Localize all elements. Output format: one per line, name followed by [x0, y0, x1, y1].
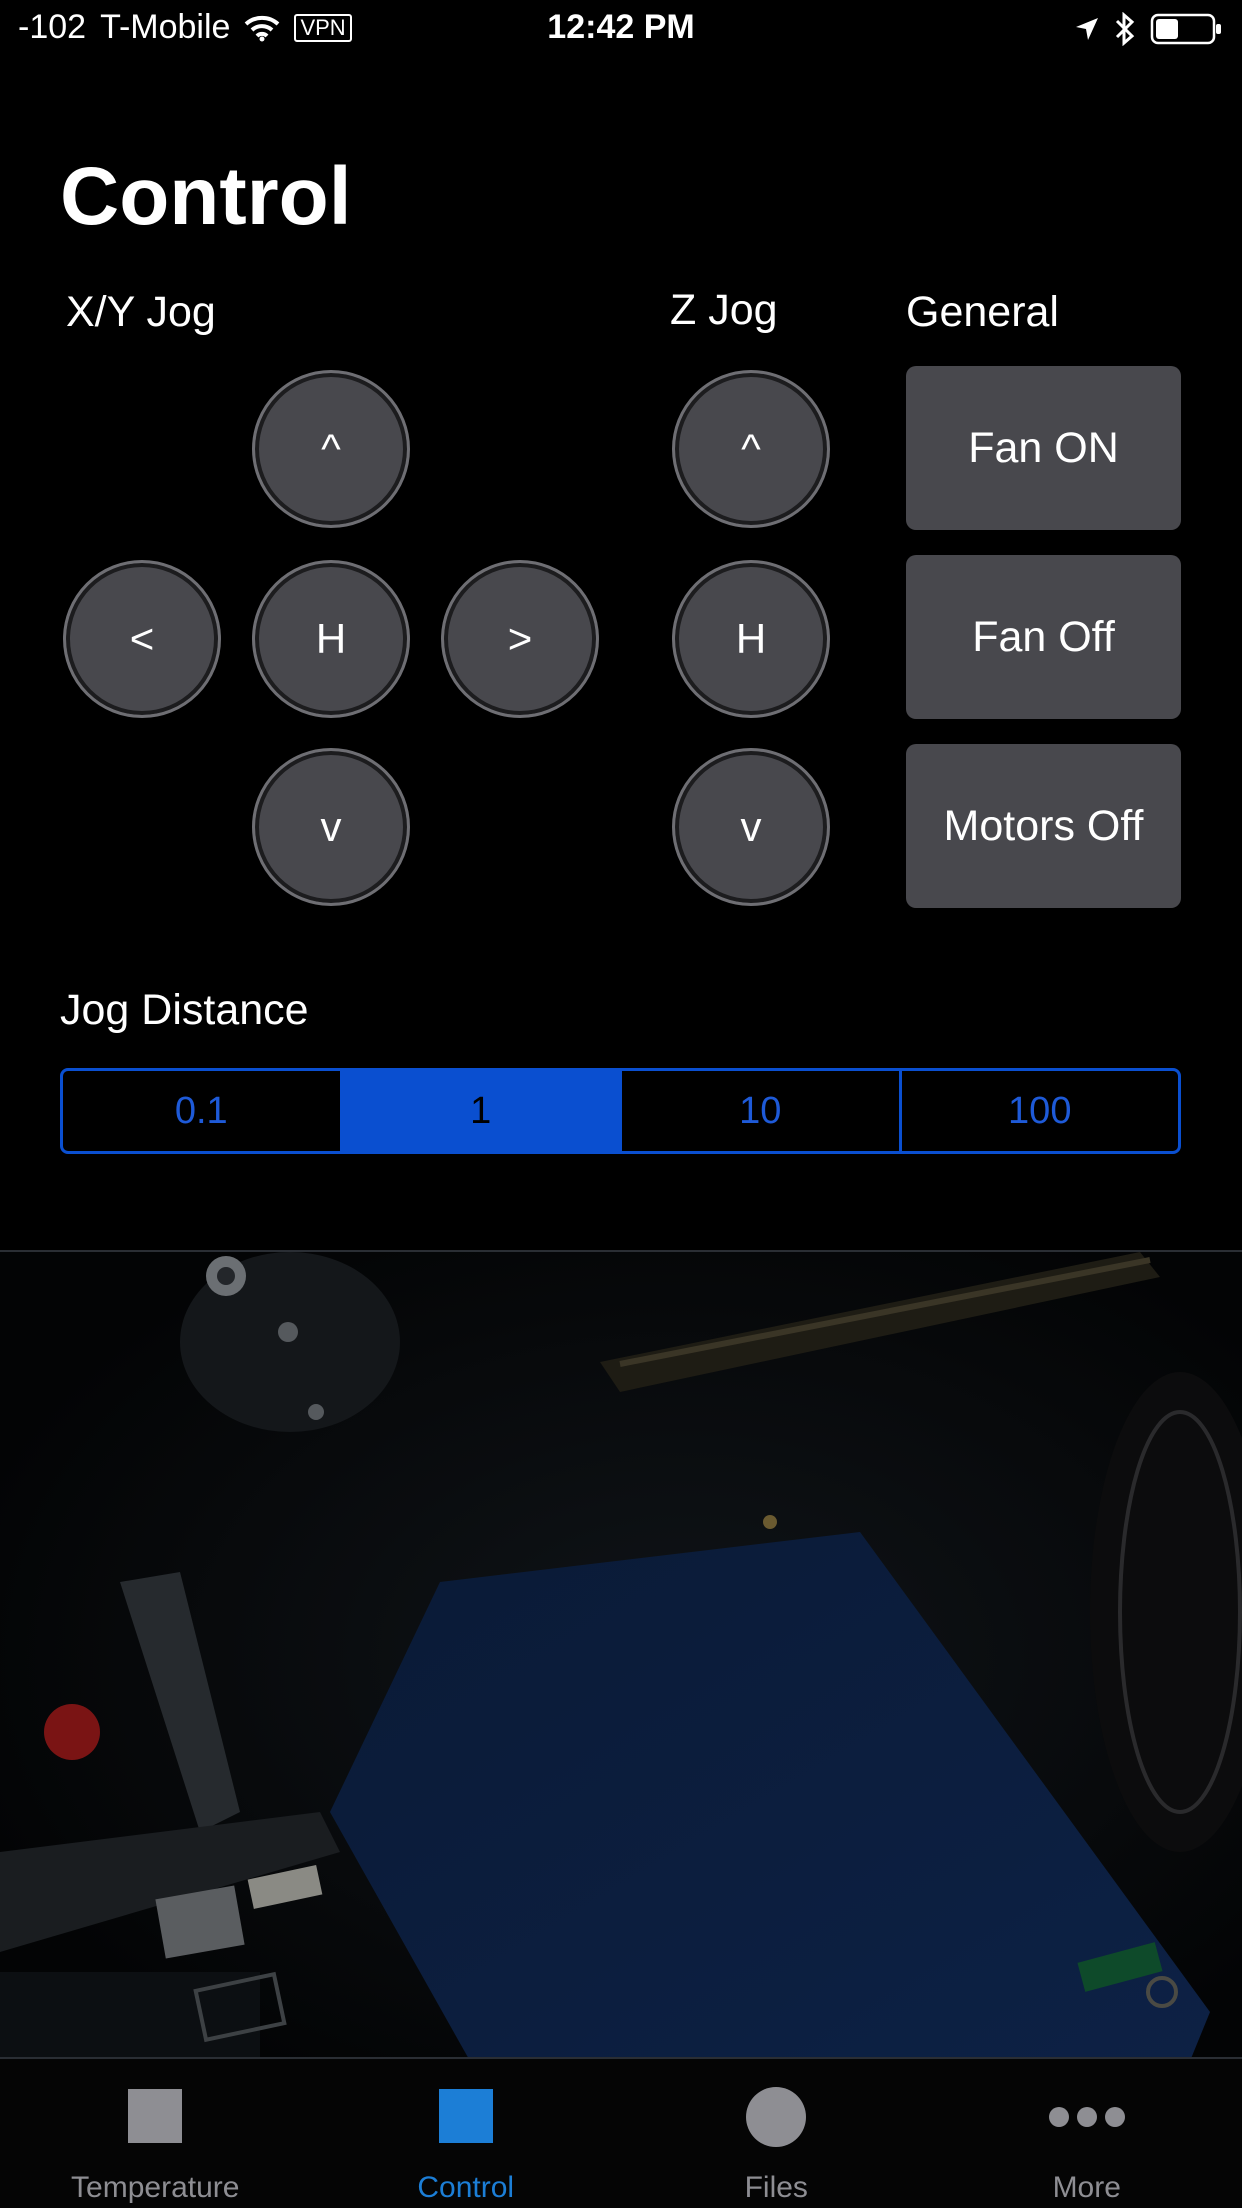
- tab-control[interactable]: Control: [311, 2059, 622, 2208]
- tab-bar: Temperature Control Files More: [0, 2059, 1242, 2208]
- xy-right-button[interactable]: >: [441, 560, 599, 718]
- fan-on-button[interactable]: Fan ON: [906, 366, 1181, 530]
- jog-distance-label: Jog Distance: [60, 986, 309, 1034]
- jog-distance-option-100[interactable]: 100: [902, 1071, 1179, 1151]
- camera-feed: [0, 1250, 1242, 2059]
- jog-distance-option-10[interactable]: 10: [622, 1071, 902, 1151]
- z-up-button[interactable]: ^: [672, 370, 830, 528]
- page-title: Control: [60, 151, 352, 242]
- tab-label: Control: [417, 2171, 515, 2204]
- ellipsis-icon: [1048, 2107, 1125, 2127]
- tab-label: More: [1052, 2171, 1121, 2204]
- tab-more[interactable]: More: [932, 2059, 1242, 2208]
- xy-left-button[interactable]: <: [63, 560, 221, 718]
- location-arrow-icon: [1076, 18, 1098, 40]
- jog-distance-option-0-1[interactable]: 0.1: [63, 1071, 343, 1151]
- square-icon: [128, 2089, 183, 2143]
- jog-distance-segmented-control: 0.1 1 10 100: [60, 1068, 1181, 1154]
- general-label: General: [906, 288, 1059, 336]
- status-right: [1074, 12, 1224, 46]
- z-home-button[interactable]: H: [672, 560, 830, 718]
- xy-up-button[interactable]: ^: [252, 370, 410, 528]
- status-bar: -102 T-Mobile VPN 12:42 PM: [0, 0, 1242, 60]
- tab-label: Files: [744, 2171, 808, 2204]
- circle-icon: [746, 2087, 807, 2147]
- square-icon: [438, 2089, 493, 2143]
- motors-off-button[interactable]: Motors Off: [906, 744, 1181, 908]
- xy-down-button[interactable]: v: [252, 748, 410, 906]
- bluetooth-icon: [1115, 12, 1135, 46]
- camera-image: [0, 1252, 1242, 2057]
- fan-off-button[interactable]: Fan Off: [906, 555, 1181, 719]
- tab-files[interactable]: Files: [621, 2059, 932, 2208]
- battery-icon: [1150, 13, 1221, 45]
- xy-jog-label: X/Y Jog: [66, 288, 216, 336]
- status-time: 12:42 PM: [547, 8, 695, 46]
- tab-temperature[interactable]: Temperature: [0, 2059, 311, 2208]
- z-jog-label: Z Jog: [670, 286, 778, 334]
- jog-distance-option-1[interactable]: 1: [342, 1071, 622, 1151]
- xy-home-button[interactable]: H: [252, 560, 410, 718]
- z-down-button[interactable]: v: [672, 748, 830, 906]
- tab-label: Temperature: [71, 2171, 240, 2204]
